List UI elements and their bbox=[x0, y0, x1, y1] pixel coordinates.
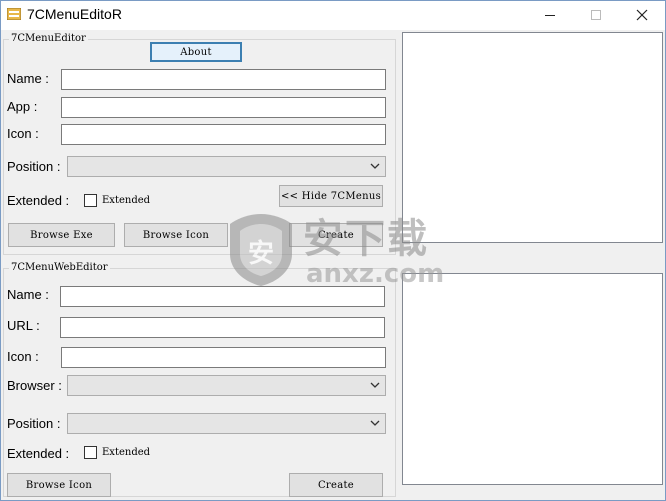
hide-menus-button[interactable]: << Hide 7CMenus bbox=[279, 185, 383, 207]
icon-label: Icon : bbox=[7, 126, 39, 141]
web-position-select[interactable] bbox=[67, 413, 386, 434]
browse-icon-button[interactable]: Browse Icon bbox=[124, 223, 228, 247]
app-icon bbox=[6, 7, 22, 21]
watermark-shield-icon: 安 bbox=[224, 210, 298, 288]
menu-editor-group-title: 7CMenuEditor bbox=[9, 33, 88, 45]
extended-checkbox-label[interactable]: Extended bbox=[102, 195, 150, 207]
app-label: App : bbox=[7, 99, 38, 114]
web-extended-label: Extended : bbox=[7, 446, 70, 461]
web-editor-group-title: 7CMenuWebEditor bbox=[9, 262, 110, 274]
web-name-label: Name : bbox=[7, 287, 49, 302]
window-title: 7CMenuEditoR bbox=[27, 6, 122, 22]
web-icon-label: Icon : bbox=[7, 349, 39, 364]
position-label: Position : bbox=[7, 159, 61, 174]
name-label: Name : bbox=[7, 71, 49, 86]
maximize-button[interactable] bbox=[573, 1, 619, 29]
position-select[interactable] bbox=[67, 156, 386, 177]
app-input[interactable] bbox=[61, 97, 386, 118]
icon-input[interactable] bbox=[61, 124, 386, 145]
menu-preview-panel[interactable] bbox=[402, 32, 663, 243]
svg-text:安: 安 bbox=[248, 239, 274, 269]
url-label: URL : bbox=[7, 318, 40, 333]
extended-checkbox[interactable] bbox=[84, 194, 97, 207]
web-position-label: Position : bbox=[7, 416, 61, 431]
minimize-icon bbox=[545, 15, 555, 16]
close-icon bbox=[636, 9, 648, 21]
name-input[interactable] bbox=[61, 69, 386, 90]
chevron-down-icon bbox=[370, 420, 380, 426]
web-create-button[interactable]: Create bbox=[289, 473, 383, 497]
chevron-down-icon bbox=[370, 163, 380, 169]
extended-label: Extended : bbox=[7, 193, 70, 208]
chevron-down-icon bbox=[370, 382, 380, 388]
browser-select[interactable] bbox=[67, 375, 386, 396]
browser-label: Browser : bbox=[7, 378, 62, 393]
browse-exe-button[interactable]: Browse Exe bbox=[8, 223, 115, 247]
web-extended-checkbox[interactable] bbox=[84, 446, 97, 459]
watermark-text-en: anxz.com bbox=[306, 259, 445, 289]
url-input[interactable] bbox=[60, 317, 385, 338]
watermark-text-cn: 安下载 bbox=[303, 216, 429, 262]
minimize-button[interactable] bbox=[527, 1, 573, 29]
close-button[interactable] bbox=[619, 1, 665, 29]
maximize-icon bbox=[591, 10, 601, 20]
about-button[interactable]: About bbox=[150, 42, 242, 62]
web-icon-input[interactable] bbox=[61, 347, 386, 368]
web-name-input[interactable] bbox=[60, 286, 385, 307]
web-browse-icon-button[interactable]: Browse Icon bbox=[7, 473, 111, 497]
web-preview-panel[interactable] bbox=[402, 273, 663, 485]
web-extended-checkbox-label[interactable]: Extended bbox=[102, 447, 150, 459]
